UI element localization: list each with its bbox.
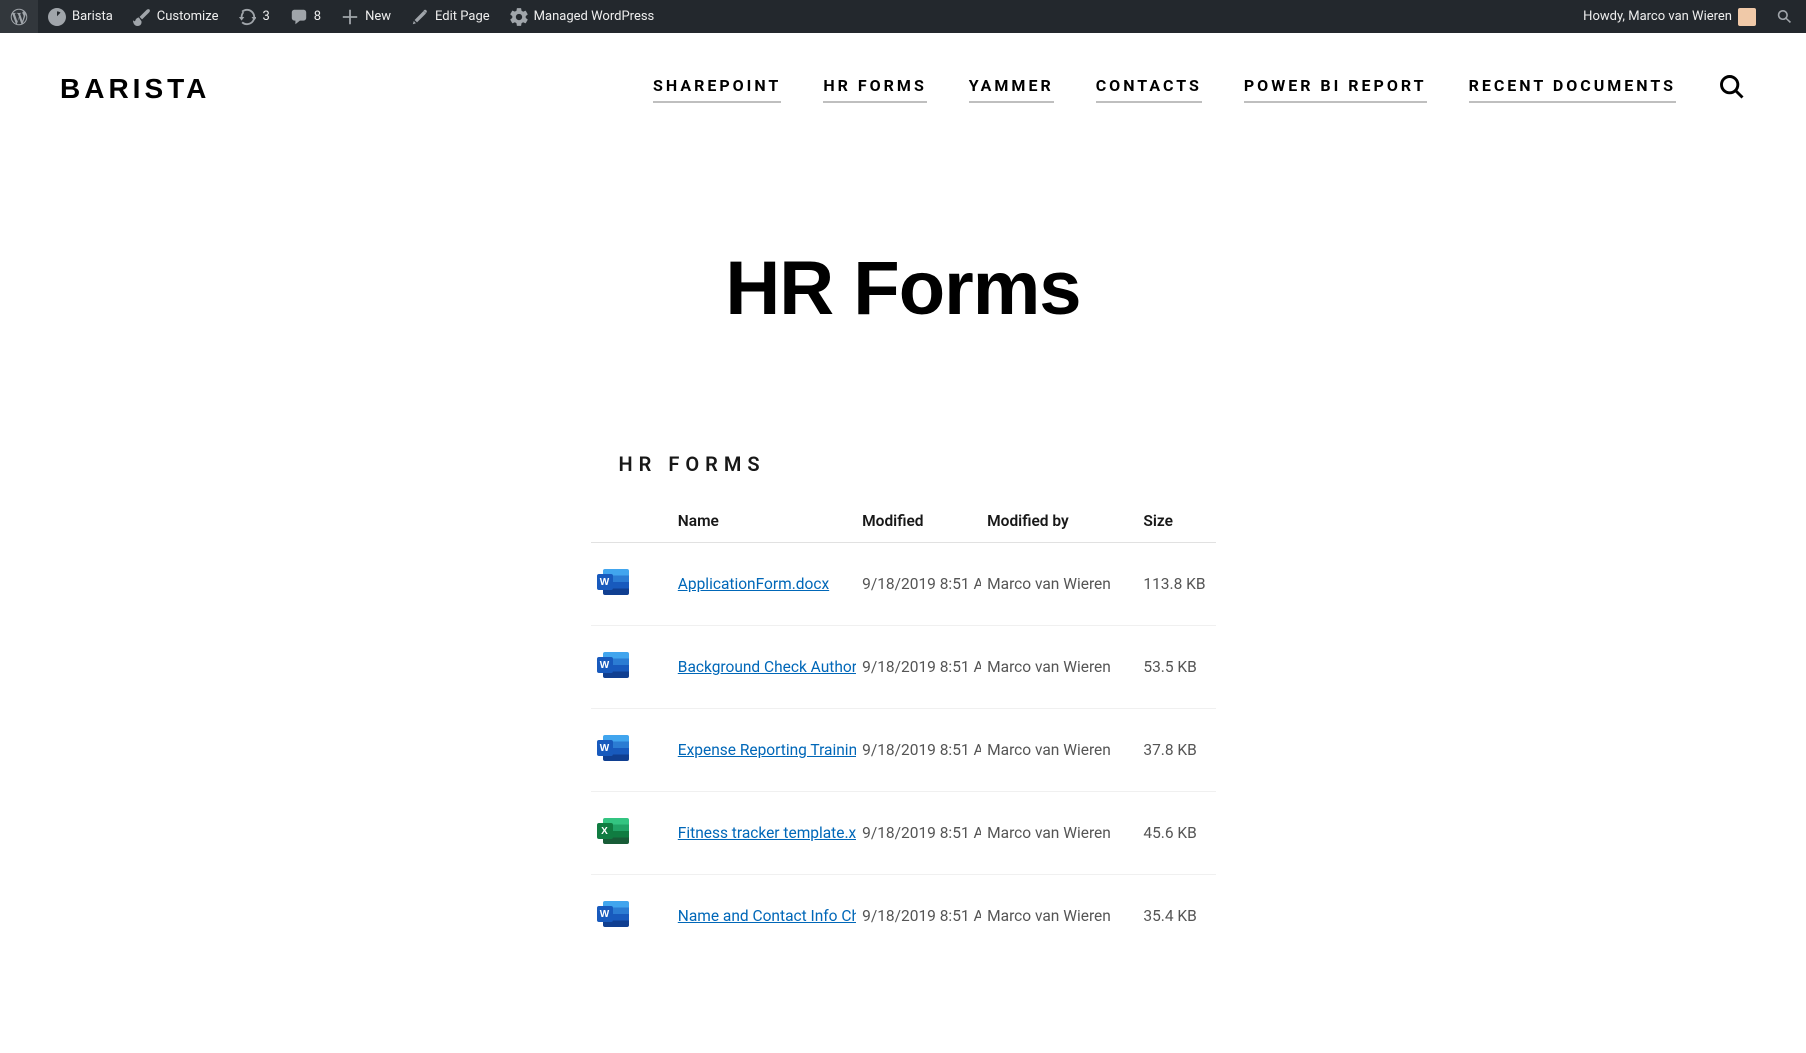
nav-yammer[interactable]: YAMMER bbox=[969, 76, 1054, 103]
file-size-cell: 45.6 KB bbox=[1137, 792, 1215, 875]
wp-admin-left: Barista Customize 3 8 New bbox=[0, 0, 664, 33]
file-table: Name Modified Modified by Size Applicati… bbox=[591, 500, 1216, 957]
col-header-name[interactable]: Name bbox=[648, 500, 856, 543]
file-size-cell: 53.5 KB bbox=[1137, 626, 1215, 709]
wp-edit-page-label: Edit Page bbox=[435, 9, 490, 24]
file-modified-cell: 9/18/2019 8:51 AM bbox=[856, 543, 981, 626]
brush-icon bbox=[133, 8, 151, 26]
file-name-cell: Fitness tracker template.xlsx bbox=[648, 792, 856, 875]
wp-customize-label: Customize bbox=[157, 9, 219, 24]
file-modified-by-cell: Marco van Wieren bbox=[981, 875, 1137, 958]
wp-new-label: New bbox=[365, 9, 391, 24]
col-header-size[interactable]: Size bbox=[1137, 500, 1215, 543]
word-file-icon bbox=[603, 569, 629, 595]
file-name-cell: Expense Reporting Training G bbox=[648, 709, 856, 792]
gear-icon bbox=[510, 8, 528, 26]
updates-icon bbox=[238, 8, 256, 26]
col-header-modified[interactable]: Modified bbox=[856, 500, 981, 543]
file-link[interactable]: Fitness tracker template.xlsx bbox=[678, 824, 856, 842]
wp-customize-link[interactable]: Customize bbox=[123, 0, 229, 33]
file-modified-by-cell: Marco van Wieren bbox=[981, 543, 1137, 626]
search-icon bbox=[1776, 8, 1794, 26]
pencil-icon bbox=[411, 8, 429, 26]
table-header-row: Name Modified Modified by Size bbox=[591, 500, 1216, 543]
table-row: Background Check Authoriza 9/18/2019 8:5… bbox=[591, 626, 1216, 709]
wp-site-name: Barista bbox=[72, 9, 113, 24]
excel-file-icon bbox=[603, 818, 629, 844]
file-modified-cell: 9/18/2019 8:51 AM bbox=[856, 875, 981, 958]
section-heading: HR FORMS bbox=[591, 452, 1216, 476]
file-modified-by-cell: Marco van Wieren bbox=[981, 626, 1137, 709]
site-header: BARISTA SHAREPOINT HR FORMS YAMMER CONTA… bbox=[0, 33, 1806, 135]
file-name-cell: Name and Contact Info Chan bbox=[648, 875, 856, 958]
file-link[interactable]: Expense Reporting Training G bbox=[678, 741, 856, 759]
wp-logo-menu[interactable] bbox=[0, 0, 38, 33]
nav-contacts[interactable]: CONTACTS bbox=[1096, 76, 1202, 103]
wp-comments-count: 8 bbox=[314, 9, 321, 24]
plus-icon bbox=[341, 8, 359, 26]
wp-managed-label: Managed WordPress bbox=[534, 9, 655, 24]
avatar bbox=[1738, 8, 1756, 26]
file-modified-cell: 9/18/2019 8:51 AM bbox=[856, 709, 981, 792]
file-link[interactable]: Name and Contact Info Chan bbox=[678, 907, 856, 925]
wp-new-link[interactable]: New bbox=[331, 0, 401, 33]
wp-howdy-label: Howdy, Marco van Wieren bbox=[1583, 9, 1732, 24]
comments-icon bbox=[290, 8, 308, 26]
wp-updates-link[interactable]: 3 bbox=[228, 0, 279, 33]
file-icon-cell bbox=[591, 792, 648, 875]
wp-updates-count: 3 bbox=[262, 9, 269, 24]
table-row: Name and Contact Info Chan 9/18/2019 8:5… bbox=[591, 875, 1216, 958]
word-file-icon bbox=[603, 735, 629, 761]
word-file-icon bbox=[603, 901, 629, 927]
nav-hr-forms[interactable]: HR FORMS bbox=[823, 76, 926, 103]
site-search-button[interactable] bbox=[1718, 73, 1746, 105]
col-header-icon bbox=[591, 500, 648, 543]
wp-comments-link[interactable]: 8 bbox=[280, 0, 331, 33]
file-size-cell: 35.4 KB bbox=[1137, 875, 1215, 958]
nav-recent-docs[interactable]: RECENT DOCUMENTS bbox=[1469, 76, 1676, 103]
page-viewport[interactable]: BARISTA SHAREPOINT HR FORMS YAMMER CONTA… bbox=[0, 33, 1806, 1053]
wp-site-link[interactable]: Barista bbox=[38, 0, 123, 33]
main-nav: SHAREPOINT HR FORMS YAMMER CONTACTS POWE… bbox=[653, 73, 1746, 105]
nav-power-bi[interactable]: POWER BI REPORT bbox=[1244, 76, 1427, 103]
table-row: Expense Reporting Training G 9/18/2019 8… bbox=[591, 709, 1216, 792]
page-title: HR Forms bbox=[0, 245, 1806, 332]
dashboard-icon bbox=[48, 8, 66, 26]
wp-admin-right: Howdy, Marco van Wieren bbox=[1573, 8, 1798, 26]
file-size-cell: 113.8 KB bbox=[1137, 543, 1215, 626]
wp-edit-page-link[interactable]: Edit Page bbox=[401, 0, 500, 33]
search-icon bbox=[1718, 73, 1746, 101]
wp-account-link[interactable]: Howdy, Marco van Wieren bbox=[1573, 8, 1762, 26]
wordpress-icon bbox=[10, 8, 28, 26]
file-modified-by-cell: Marco van Wieren bbox=[981, 792, 1137, 875]
file-icon-cell bbox=[591, 543, 648, 626]
file-name-cell: Background Check Authoriza bbox=[648, 626, 856, 709]
wp-managed-link[interactable]: Managed WordPress bbox=[500, 0, 665, 33]
file-modified-by-cell: Marco van Wieren bbox=[981, 709, 1137, 792]
nav-sharepoint[interactable]: SHAREPOINT bbox=[653, 76, 781, 103]
hr-forms-section: HR FORMS Name Modified Modified by Size … bbox=[591, 452, 1216, 957]
file-size-cell: 37.8 KB bbox=[1137, 709, 1215, 792]
file-icon-cell bbox=[591, 875, 648, 958]
file-modified-cell: 9/18/2019 8:51 AM bbox=[856, 626, 981, 709]
table-row: ApplicationForm.docx 9/18/2019 8:51 AM M… bbox=[591, 543, 1216, 626]
file-link[interactable]: Background Check Authoriza bbox=[678, 658, 856, 676]
file-icon-cell bbox=[591, 709, 648, 792]
file-link[interactable]: ApplicationForm.docx bbox=[678, 575, 829, 593]
file-name-cell: ApplicationForm.docx bbox=[648, 543, 856, 626]
table-row: Fitness tracker template.xlsx 9/18/2019 … bbox=[591, 792, 1216, 875]
file-icon-cell bbox=[591, 626, 648, 709]
file-modified-cell: 9/18/2019 8:51 AM bbox=[856, 792, 981, 875]
wp-admin-bar: Barista Customize 3 8 New bbox=[0, 0, 1806, 33]
word-file-icon bbox=[603, 652, 629, 678]
col-header-modified-by[interactable]: Modified by bbox=[981, 500, 1137, 543]
wp-search-button[interactable] bbox=[1772, 8, 1798, 26]
site-logo[interactable]: BARISTA bbox=[60, 73, 210, 105]
